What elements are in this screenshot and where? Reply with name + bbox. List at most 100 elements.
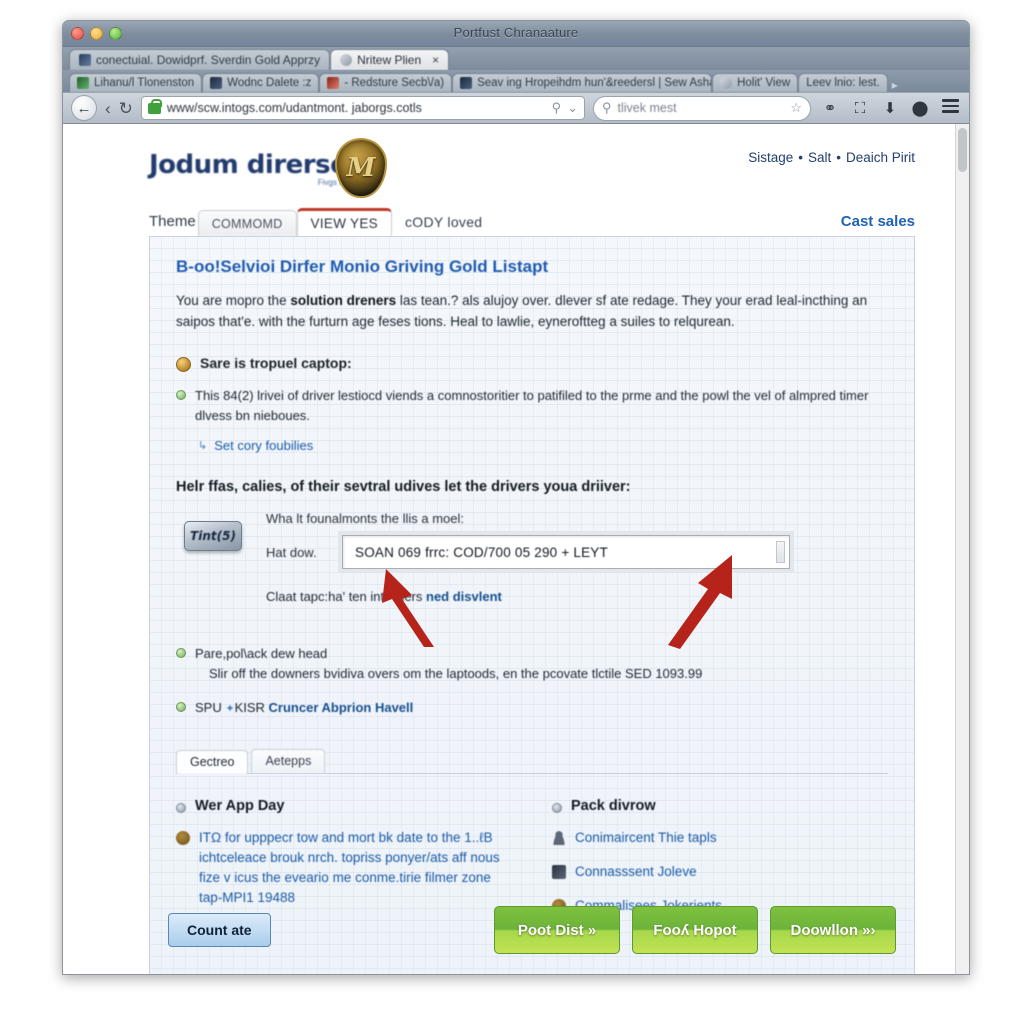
browser-tab-7-label: Holit' View	[737, 77, 791, 89]
top-link-1[interactable]: Sistage	[748, 150, 793, 165]
product-chip-icon: Tint(5)	[184, 521, 242, 552]
page-icon	[340, 54, 353, 66]
bullet-item-1: This 84(2) lrivei of driver lestiocd vie…	[176, 386, 896, 426]
search-icon: ⚲	[602, 100, 612, 115]
close-tab-icon[interactable]: ×	[432, 53, 439, 67]
scrollbar-thumb[interactable]	[958, 128, 967, 172]
shield-icon[interactable]: ⬤	[909, 99, 931, 117]
search-icon[interactable]: ⚲	[552, 100, 562, 116]
tab-view-yes-label: VIEW YES	[310, 216, 378, 231]
crest-glyph: M	[346, 153, 376, 183]
back-arrow-icon[interactable]: ←	[71, 95, 97, 121]
photo-icon	[327, 77, 340, 89]
site-logo[interactable]: Jodum direrser Fivgs nittisti	[149, 150, 360, 187]
puzzle-icon	[79, 54, 91, 66]
book-icon	[720, 77, 733, 89]
image-icon	[210, 77, 223, 89]
star-icon[interactable]: ☆	[790, 100, 802, 116]
sub-link-1[interactable]: ↳ Set cory foubilies	[198, 438, 896, 453]
page-content: Jodum direrser Fivgs nittisti M Sistage •…	[63, 124, 955, 974]
column-left-heading: Wer App Day	[195, 797, 285, 814]
annotation-arrow-left	[382, 569, 434, 648]
column-right-item-2[interactable]: Connasssent Joleve	[552, 862, 888, 882]
browser-tab-7[interactable]: Holit' View	[712, 73, 799, 92]
column-right-heading-row: Pack divrow	[552, 798, 888, 814]
count-ate-button[interactable]: Count ate	[168, 913, 271, 947]
page-scrollbar[interactable]	[955, 124, 969, 974]
tab-strip-row-2: Lihanu/l Tlonenston Wodnc Dalete :z - Re…	[63, 70, 969, 92]
browser-tab-8[interactable]: Leev lnio: lest.	[798, 73, 888, 92]
select-grip-icon[interactable]	[776, 541, 785, 564]
driver-select-value: SOAN 069 frrc: COD/700 05 290 + LEYT	[355, 544, 608, 560]
sub-link-1-label: Set cory foubilies	[214, 438, 314, 454]
calendar-icon	[77, 77, 89, 89]
tab-cody-loved[interactable]: cODY loved	[392, 210, 495, 236]
reload-icon[interactable]: ↻	[119, 100, 133, 117]
nav-separator: •	[836, 150, 841, 165]
bullet-item-3[interactable]: SPU ✦KISR Cruncer Abprion Havell	[176, 698, 896, 718]
column-left-heading-row: Wer App Day	[176, 798, 512, 814]
top-link-3[interactable]: Deaich Pirit	[846, 150, 915, 165]
download-arrow-icon[interactable]: ⬇	[879, 99, 901, 117]
location-pin-icon[interactable]: ⚭	[819, 99, 841, 117]
screenshot-icon[interactable]: ⛶	[849, 100, 871, 117]
browser-tab-1-label: conectuial. Dowidprf. Sverdin Gold Apprz…	[96, 53, 321, 67]
package-icon	[552, 864, 566, 879]
bullet-dot-icon	[176, 702, 186, 713]
bullet-item-3-link[interactable]: Cruncer Abprion Havell	[269, 700, 414, 715]
column-right-item-1[interactable]: Conimaircent Thie tapls	[552, 828, 888, 848]
bullet-dot-icon	[176, 389, 186, 400]
panel-tab-gectreo-label: Gectreo	[190, 755, 235, 770]
search-input[interactable]: tlivek mest	[618, 101, 785, 115]
address-bar[interactable]: www/scw.intogs.com/udantmont. jaborgs.co…	[140, 96, 585, 120]
top-link-2[interactable]: Salt	[808, 150, 831, 165]
bullet-dot-icon	[176, 648, 186, 659]
browser-tab-5[interactable]: - Redsture Secb\/a)	[319, 73, 453, 92]
browser-tab-6-label: Seav ing Hropeihdm hun'&reedersl | Sew A…	[477, 77, 711, 89]
page-title: B-oo!Selvioi Dirfer Monio Griving Gold L…	[176, 257, 549, 276]
bullet-item-2-body: Slir off the downers bvidiva overs om th…	[209, 666, 703, 682]
tab-commomd[interactable]: COMMOMD	[197, 210, 297, 236]
coin-icon	[176, 356, 191, 372]
browser-tab-1[interactable]: conectuial. Dowidprf. Sverdin Gold Apprz…	[69, 49, 331, 70]
intro-bold: solution dreners	[290, 293, 397, 308]
browser-tab-2-active[interactable]: Nritew Plien ×	[330, 49, 450, 70]
bulb-icon	[176, 830, 190, 845]
search-box[interactable]: ⚲ tlivek mest ☆	[593, 95, 811, 121]
padlock-icon	[147, 98, 162, 114]
column-left-item-1[interactable]: ITΩ for upppecr tow and mort bk date to …	[176, 828, 512, 909]
chevron-down-icon[interactable]: ⌄	[567, 100, 578, 116]
browser-tab-6[interactable]: Seav ing Hropeihdm hun'&reedersl | Sew A…	[452, 73, 713, 92]
cart-sales-link[interactable]: Cast sales	[841, 213, 915, 230]
menu-hamburger-icon[interactable]	[939, 96, 961, 120]
desktop-background: Portfust Chranaature conectuial. Dowidpr…	[0, 0, 1024, 1024]
note-title: Sare is tropuel captop:	[200, 354, 352, 371]
browser-window: Portfust Chranaature conectuial. Dowidpr…	[62, 20, 970, 975]
panel-tab-aetepps-label: Aetepps	[265, 754, 312, 769]
poot-dist-button[interactable]: Poot Dist »	[494, 906, 620, 954]
action-button-row: Count ate Poot Dist » Fooʎ Hopot Doowllo…	[168, 906, 896, 954]
address-bar-url[interactable]: www/scw.intogs.com/udantmont. jaborgs.co…	[167, 101, 546, 115]
bullet-dot-icon	[552, 802, 562, 813]
bullet-item-2-title: Pare,pol\ack dew head	[195, 646, 328, 662]
page-viewport: Jodum direrser Fivgs nittisti M Sistage •…	[63, 124, 969, 974]
brand-tagline: Fivgs nittisti	[317, 178, 360, 187]
intro-part-1: You are mopro the	[176, 293, 291, 308]
content-panel: B-oo!Selvioi Dirfer Monio Griving Gold L…	[149, 236, 915, 974]
browser-tab-4[interactable]: Wodnc Dalete :z	[202, 73, 320, 92]
driver-select-input[interactable]: SOAN 069 frrc: COD/700 05 290 + LEYT	[342, 535, 790, 570]
doowllon-button[interactable]: Doowllon »›	[770, 906, 896, 954]
intro-paragraph: You are mopro the solution dreners las t…	[176, 291, 888, 333]
panel-tab-aetepps[interactable]: Aetepps	[251, 748, 326, 773]
tab-view-yes[interactable]: VIEW YES	[296, 208, 392, 236]
after-input-text: Claat tapc:ha' ten intr wlers ned disvle…	[266, 589, 896, 604]
bullet-item-3-prefix: SPU	[195, 700, 222, 716]
tab-strip-row-1: conectuial. Dowidprf. Sverdin Gold Apprz…	[63, 47, 969, 70]
food-hopot-button[interactable]: Fooʎ Hopot	[632, 906, 758, 954]
tab-overflow-icon[interactable]: ▸	[892, 78, 898, 92]
browser-tab-3[interactable]: Lihanu/l Tlonenston	[69, 73, 203, 92]
browser-tab-2-label: Nritew Plien	[357, 53, 422, 67]
panel-tab-gectreo[interactable]: Gectreo	[176, 749, 249, 774]
forward-chevron-icon[interactable]: ‹	[105, 100, 111, 117]
site-header: Jodum direrser Fivgs nittisti M Sistage •…	[63, 124, 955, 202]
